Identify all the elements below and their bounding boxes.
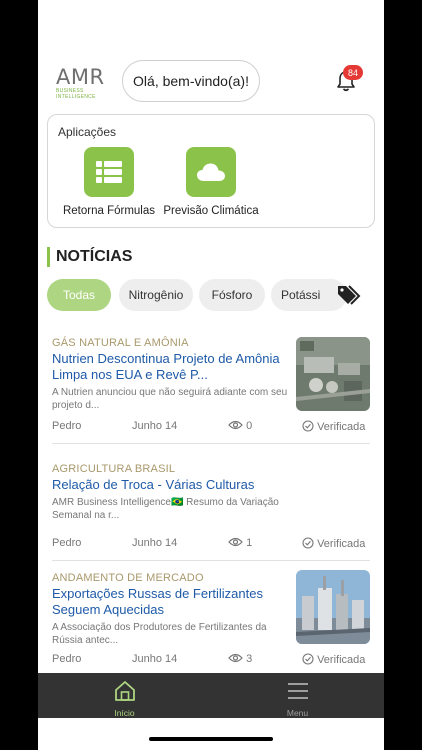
news-views: 3: [228, 653, 252, 665]
news-status: Verificada: [302, 420, 365, 433]
news-status-label: Verificada: [317, 421, 366, 433]
news-title[interactable]: Nutrien Descontinua Projeto de Amônia Li…: [52, 351, 292, 383]
hamburger-menu-icon: [288, 683, 308, 699]
news-status: Verificada: [302, 537, 365, 550]
eye-icon: [228, 653, 243, 663]
applications-title: Aplicações: [58, 125, 117, 139]
news-thumbnail[interactable]: [296, 570, 370, 644]
check-circle-icon: [302, 537, 314, 549]
eye-icon: [228, 537, 243, 547]
news-category: AGRICULTURA BRASIL: [52, 463, 176, 475]
news-author: Pedro: [52, 537, 82, 549]
news-section-title: NOTÍCIAS: [47, 247, 132, 267]
news-views: 0: [228, 420, 252, 432]
filter-chip-nitrogenio[interactable]: Nitrogênio: [119, 279, 193, 311]
logo-text: AMR: [56, 65, 105, 89]
applications-card: Aplicações Retorna Fórmulas Previsão Cli…: [47, 114, 375, 228]
news-item[interactable]: ANDAMENTO DE MERCADO Exportações Russas …: [52, 570, 370, 647]
news-title[interactable]: Relação de Troca - Várias Culturas: [52, 477, 302, 493]
home-indicator[interactable]: [149, 737, 273, 741]
news-category: ANDAMENTO DE MERCADO: [52, 572, 204, 584]
app-tile[interactable]: [186, 147, 236, 197]
divider: [52, 560, 370, 561]
tab-menu[interactable]: Menu: [211, 673, 384, 718]
news-summary: A Nutrien anunciou que não seguirá adian…: [52, 387, 288, 411]
check-circle-icon: [302, 653, 314, 665]
table-list-icon: [96, 161, 122, 183]
filter-chip-todas[interactable]: Todas: [47, 279, 111, 311]
bottom-tab-bar: Início Menu: [38, 673, 384, 718]
app-screen: AMR BUSINESS INTELLIGENCE Olá, bem-vindo…: [38, 0, 384, 750]
news-views-count: 0: [246, 420, 253, 432]
news-thumbnail[interactable]: [296, 337, 370, 411]
news-status-label: Verificada: [317, 654, 366, 666]
news-meta: Pedro Junho 14 0 Verificada: [52, 420, 370, 434]
tab-label: Menu: [286, 708, 309, 718]
news-date: Junho 14: [132, 537, 178, 549]
news-meta: Pedro Junho 14 3 Verificada: [52, 653, 370, 667]
divider: [52, 443, 370, 444]
news-views: 1: [228, 537, 252, 549]
news-views-count: 1: [246, 537, 253, 549]
filter-chips: Todas Nitrogênio Fósforo Potássi: [47, 279, 384, 311]
app-tile[interactable]: [84, 147, 134, 197]
news-views-count: 3: [246, 653, 253, 665]
app-label: Previsão Climática: [163, 205, 259, 217]
check-circle-icon: [302, 420, 314, 432]
news-item[interactable]: AGRICULTURA BRASIL Relação de Troca - Vá…: [52, 463, 370, 522]
cloud-icon: [197, 163, 225, 181]
tag-icon[interactable]: [336, 283, 362, 307]
tab-label: Início: [114, 708, 135, 718]
app-label: Retorna Fórmulas: [62, 205, 156, 217]
news-status: Verificada: [302, 653, 365, 666]
app-previsao-climatica[interactable]: Previsão Climática: [156, 147, 266, 217]
notification-badge: 84: [343, 65, 363, 80]
news-meta: Pedro Junho 14 1 Verificada: [52, 537, 370, 551]
news-author: Pedro: [52, 420, 82, 432]
news-date: Junho 14: [132, 420, 178, 432]
filter-chip-fosforo[interactable]: Fósforo: [199, 279, 265, 311]
news-author: Pedro: [52, 653, 82, 665]
news-title[interactable]: Exportações Russas de Fertilizantes Segu…: [52, 586, 292, 618]
news-summary: AMR Business Intelligence🇧🇷 Resumo da Va…: [52, 497, 279, 521]
news-category: GÁS NATURAL E AMÔNIA: [52, 337, 189, 349]
logo-subtitle: BUSINESS INTELLIGENCE: [56, 88, 96, 100]
amr-logo: AMR BUSINESS INTELLIGENCE: [56, 66, 114, 100]
app-retorna-formulas[interactable]: Retorna Fórmulas: [54, 147, 164, 217]
news-summary: A Associação dos Produtores de Fertiliza…: [52, 622, 267, 646]
news-status-label: Verificada: [317, 538, 366, 550]
eye-icon: [228, 420, 243, 430]
home-icon: [115, 681, 135, 701]
news-date: Junho 14: [132, 653, 178, 665]
tab-inicio[interactable]: Início: [38, 673, 211, 718]
news-item[interactable]: GÁS NATURAL E AMÔNIA Nutrien Descontinua…: [52, 337, 370, 412]
greeting-pill: Olá, bem-vindo(a)!: [122, 60, 260, 102]
